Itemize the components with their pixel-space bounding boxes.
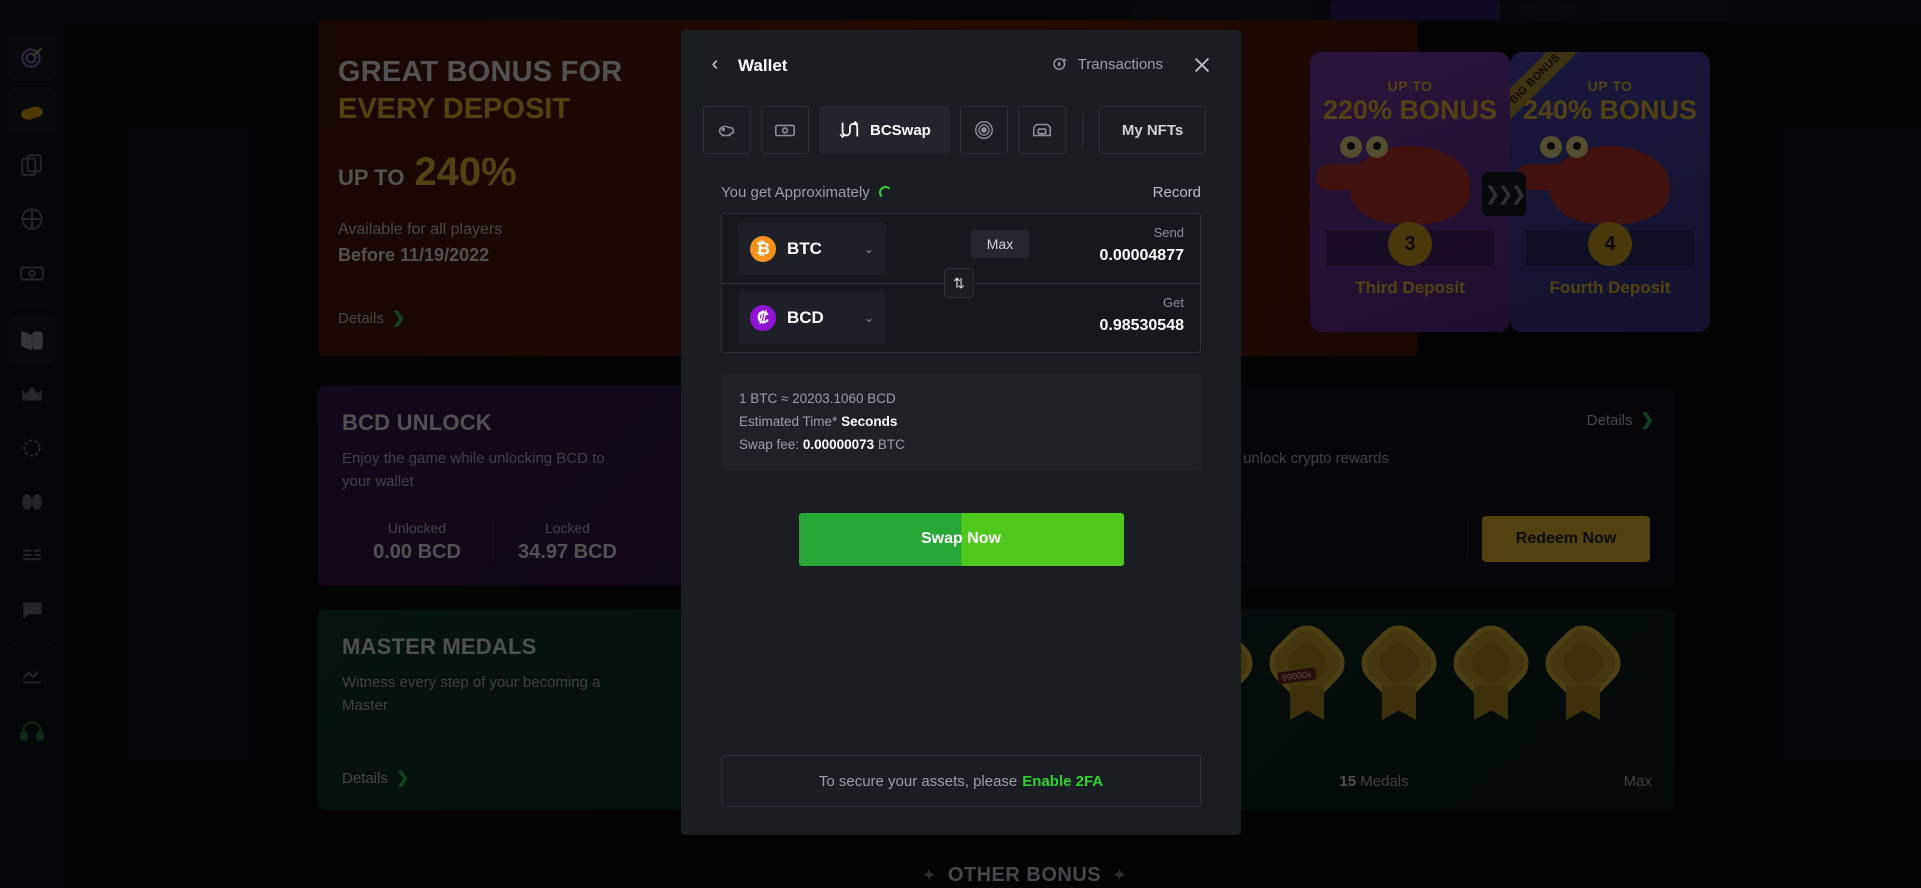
enable-2fa-link[interactable]: Enable 2FA	[1022, 773, 1103, 790]
vault-icon	[1032, 123, 1051, 137]
send-amount-value[interactable]: 0.00004877	[1099, 247, 1184, 265]
modal-body: You get Approximately Record ⇅ ₿ BTC ⌄ M…	[681, 162, 1241, 566]
get-amount-value[interactable]: 0.98530548	[1099, 317, 1184, 335]
tab-cash[interactable]	[761, 106, 809, 154]
swap-box: ⇅ ₿ BTC ⌄ Max Send 0.00004877 ₡ BCD ⌄ Ge…	[721, 213, 1201, 353]
estimated-time-line: Estimated Time* Seconds	[739, 410, 1183, 433]
send-amount-group: Send 0.00004877	[1099, 225, 1184, 265]
send-coin-symbol: BTC	[787, 238, 822, 258]
record-link[interactable]: Record	[1153, 184, 1201, 201]
transactions-link[interactable]: Transactions	[1051, 55, 1163, 73]
chevron-down-icon: ⌄	[863, 241, 874, 256]
two-factor-text: To secure your assets, please	[818, 772, 1018, 790]
swap-fee-label: Swap fee:	[739, 437, 800, 453]
get-coin-selector[interactable]: ₡ BCD ⌄	[738, 292, 886, 344]
swap-fee-value: 0.00000073	[802, 437, 875, 453]
approx-label: You get Approximately	[721, 184, 870, 201]
close-button[interactable]	[1191, 54, 1213, 76]
crypto-coin-icon	[974, 121, 993, 139]
bcd-coin-icon: ₡	[750, 305, 776, 331]
estimated-time-value: Seconds	[841, 414, 898, 430]
get-coin-symbol: BCD	[787, 308, 824, 327]
close-icon	[1194, 57, 1210, 73]
piggy-bank-icon	[718, 125, 735, 137]
chevron-down-icon-2: ⌄	[863, 311, 874, 325]
banknote-icon	[775, 124, 795, 137]
tab-bcswap[interactable]: BCSwap	[819, 106, 950, 154]
swap-now-button[interactable]: Swap Now	[798, 512, 1124, 566]
tab-separator	[1081, 113, 1083, 147]
transactions-label: Transactions	[1077, 55, 1163, 73]
get-amount-group: Get 0.98530548	[1099, 295, 1184, 335]
send-direction-label: Send	[1153, 225, 1184, 240]
send-coin-selector[interactable]: ₿ BTC ⌄	[738, 222, 886, 275]
wallet-modal: ‹ Wallet Transactions BCSwap My NFTs You…	[681, 30, 1241, 835]
back-button[interactable]: ‹	[703, 50, 727, 78]
exchange-rate-line: 1 BTC ≈ 20203.1060 BCD	[739, 391, 896, 406]
max-button[interactable]: Max	[970, 230, 1030, 258]
swap-arrows-icon	[839, 120, 859, 139]
swap-fee-line: Swap fee: 0.00000073 BTC	[739, 433, 1183, 456]
two-factor-notice: To secure your assets, please Enable 2FA	[721, 755, 1201, 807]
wallet-tabs: BCSwap My NFTs	[681, 98, 1241, 162]
modal-title: Wallet	[738, 56, 788, 75]
swap-direction-toggle[interactable]: ⇅	[944, 268, 974, 298]
loading-spinner-icon	[878, 186, 892, 199]
tab-vault[interactable]	[1017, 106, 1066, 154]
approx-label-group: You get Approximately	[721, 184, 892, 201]
modal-header: ‹ Wallet Transactions	[681, 30, 1241, 98]
tab-coin[interactable]	[959, 106, 1008, 154]
tab-bcswap-label: BCSwap	[870, 121, 931, 139]
tab-piggy-bank[interactable]	[703, 106, 751, 154]
swap-rate-info: 1 BTC ≈ 20203.1060 BCD Estimated Time* S…	[721, 373, 1201, 471]
swap-header-row: You get Approximately Record	[721, 184, 1201, 201]
swap-fee-unit: BTC	[877, 437, 905, 453]
transactions-icon	[1051, 55, 1069, 73]
get-direction-label: Get	[1163, 295, 1184, 310]
estimated-time-label: Estimated Time*	[739, 414, 838, 430]
btc-coin-icon: ₿	[750, 235, 776, 262]
my-nfts-button[interactable]: My NFTs	[1098, 106, 1207, 154]
